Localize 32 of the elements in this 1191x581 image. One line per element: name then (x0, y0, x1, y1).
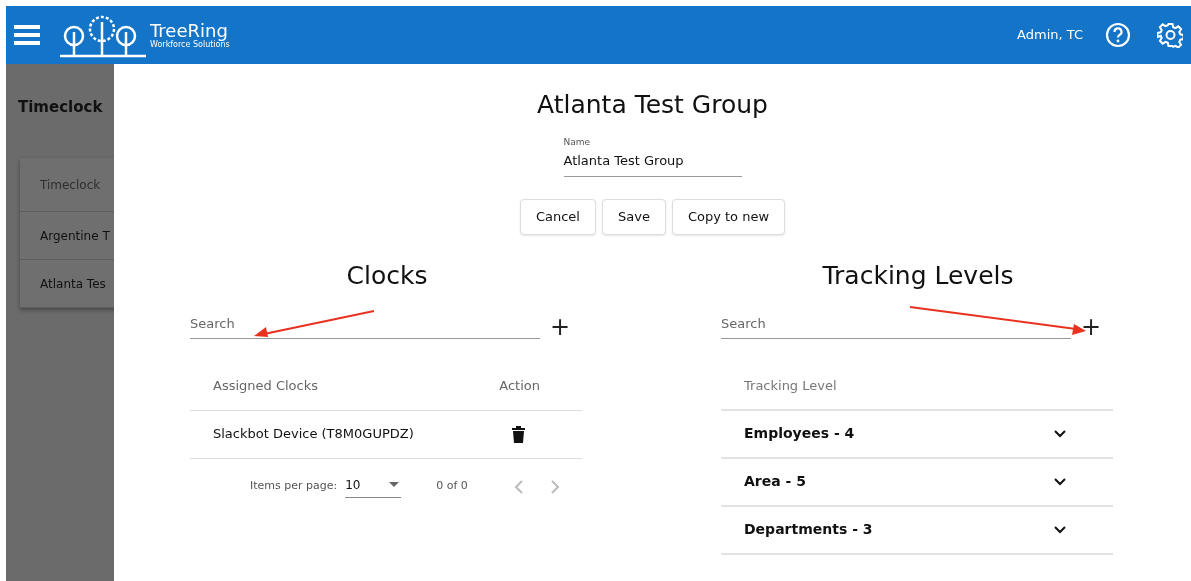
dialog-button[interactable]: Save (601, 198, 666, 235)
column-header: Action (499, 377, 540, 396)
dialog-button[interactable]: Cancel (519, 198, 596, 235)
settings-icon[interactable] (1157, 22, 1183, 48)
brand-name: TreeRing (150, 21, 228, 40)
panel-title: Departments - 3 (744, 520, 873, 539)
menu-icon[interactable] (14, 24, 40, 46)
brand-tagline: Workforce Solutions (150, 40, 230, 49)
panel-title: Area - 5 (744, 472, 806, 491)
column-header: Tracking Level (744, 376, 837, 395)
expansion-panel[interactable]: Employees - 4 (721, 410, 1113, 459)
help-icon[interactable] (1105, 22, 1131, 48)
trash-icon[interactable] (512, 425, 525, 443)
range-label: 0 of 0 (436, 478, 468, 495)
dialog-title: Atlanta Test Group (537, 89, 768, 121)
expansion-panel[interactable]: Area - 5 (721, 458, 1113, 507)
paginator-label: Items per page: (250, 478, 338, 495)
dropdown-icon (389, 482, 400, 487)
panel-title: Employees - 4 (744, 424, 855, 443)
column-header: Assigned Clocks (213, 377, 318, 396)
user-name[interactable]: Admin, TC (1017, 25, 1083, 45)
page-title: Timeclock (18, 97, 103, 118)
add-button[interactable]: + (550, 314, 570, 339)
table-cell-text: Slackbot Device (T8M0GUPDZ) (213, 425, 414, 444)
search-field[interactable]: Search (721, 314, 1071, 339)
section-heading: Tracking Levels (822, 259, 1014, 292)
section-heading: Clocks (346, 259, 428, 292)
page-size-select[interactable]: 10 (345, 475, 402, 498)
name-field[interactable]: Name Atlanta Test Group (563, 135, 742, 177)
expansion-panel[interactable]: Departments - 3 (721, 506, 1113, 555)
add-button[interactable]: + (1081, 314, 1101, 339)
dialog-button[interactable]: Copy to new (671, 198, 786, 235)
